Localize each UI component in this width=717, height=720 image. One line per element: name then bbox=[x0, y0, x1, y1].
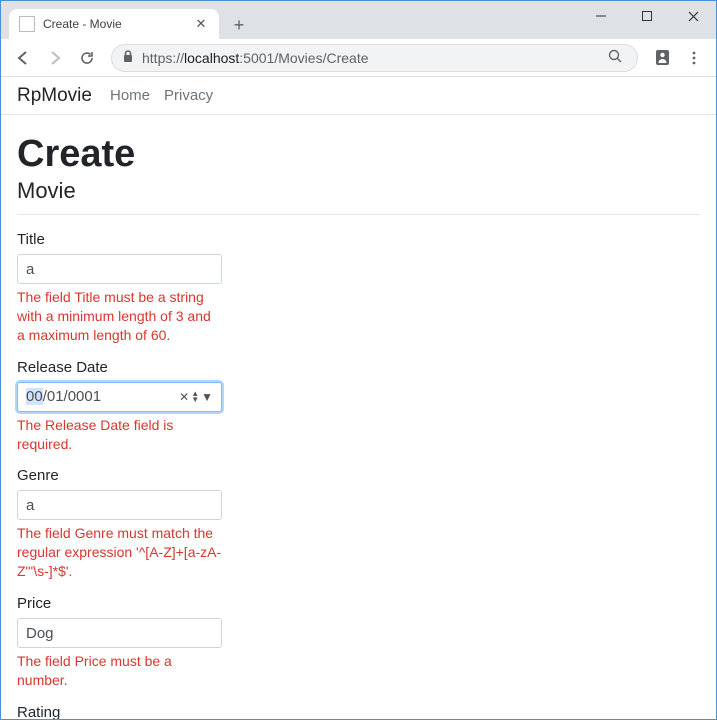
field-genre: Genre a The field Genre must match the r… bbox=[17, 467, 222, 581]
window-close-button[interactable] bbox=[670, 1, 716, 31]
account-icon bbox=[654, 49, 671, 66]
browser-toolbar: https://localhost:5001/Movies/Create bbox=[1, 39, 716, 77]
site-navbar: RpMovie Home Privacy bbox=[1, 77, 716, 115]
page-content: Create Movie Title a The field Title mus… bbox=[1, 115, 716, 719]
field-price: Price Dog The field Price must be a numb… bbox=[17, 595, 222, 690]
browser-tab[interactable]: Create - Movie ✕ bbox=[9, 9, 219, 39]
label-genre: Genre bbox=[17, 467, 222, 484]
nav-link-home[interactable]: Home bbox=[110, 87, 150, 104]
address-bar[interactable]: https://localhost:5001/Movies/Create bbox=[111, 44, 638, 72]
error-title: The field Title must be a string with a … bbox=[17, 288, 222, 345]
nav-forward-button[interactable] bbox=[41, 44, 69, 72]
close-icon bbox=[688, 11, 699, 22]
lock-icon bbox=[122, 50, 134, 66]
browser-window: Create - Movie ✕ + bbox=[0, 0, 717, 720]
input-genre[interactable]: a bbox=[17, 490, 222, 520]
input-title[interactable]: a bbox=[17, 254, 222, 284]
field-release-date: Release Date 00/01/0001 ✕ ▲▼ ▼ The Relea… bbox=[17, 359, 222, 454]
kebab-icon bbox=[687, 51, 701, 65]
reload-icon bbox=[79, 50, 95, 66]
maximize-icon bbox=[642, 11, 652, 21]
input-price[interactable]: Dog bbox=[17, 618, 222, 648]
label-title: Title bbox=[17, 231, 222, 248]
user-icon[interactable] bbox=[648, 44, 676, 72]
date-clear-icon[interactable]: ✕ bbox=[179, 390, 189, 404]
nav-link-privacy[interactable]: Privacy bbox=[164, 87, 213, 104]
brand-link[interactable]: RpMovie bbox=[17, 85, 92, 107]
field-title: Title a The field Title must be a string… bbox=[17, 231, 222, 345]
browser-menu-button[interactable] bbox=[680, 44, 708, 72]
window-maximize-button[interactable] bbox=[624, 1, 670, 31]
page-title: Create bbox=[17, 133, 700, 176]
tab-strip: Create - Movie ✕ + bbox=[1, 1, 716, 39]
error-release-date: The Release Date field is required. bbox=[17, 416, 222, 454]
date-value: 00/01/0001 bbox=[26, 388, 179, 405]
error-price: The field Price must be a number. bbox=[17, 652, 222, 690]
nav-back-button[interactable] bbox=[9, 44, 37, 72]
field-rating: Rating z The field Rating must match the… bbox=[17, 704, 222, 719]
address-text: https://localhost:5001/Movies/Create bbox=[142, 50, 604, 66]
divider bbox=[17, 214, 700, 215]
nav-reload-button[interactable] bbox=[73, 44, 101, 72]
page-viewport[interactable]: RpMovie Home Privacy Create Movie Title … bbox=[1, 77, 716, 719]
tab-close-icon[interactable]: ✕ bbox=[193, 16, 209, 32]
label-rating: Rating bbox=[17, 704, 222, 719]
input-release-date[interactable]: 00/01/0001 ✕ ▲▼ ▼ bbox=[17, 382, 222, 412]
window-controls bbox=[578, 1, 716, 31]
favicon-icon bbox=[19, 16, 35, 32]
date-controls: ✕ ▲▼ ▼ bbox=[179, 390, 213, 404]
date-dropdown-icon[interactable]: ▼ bbox=[201, 390, 213, 404]
new-tab-button[interactable]: + bbox=[225, 11, 253, 39]
label-release-date: Release Date bbox=[17, 359, 222, 376]
page-subtitle: Movie bbox=[17, 178, 700, 204]
label-price: Price bbox=[17, 595, 222, 612]
tab-title: Create - Movie bbox=[43, 17, 193, 31]
error-genre: The field Genre must match the regular e… bbox=[17, 524, 222, 581]
window-minimize-button[interactable] bbox=[578, 1, 624, 31]
arrow-left-icon bbox=[15, 50, 31, 66]
zoom-icon[interactable] bbox=[604, 49, 627, 67]
date-spinner-icon[interactable]: ▲▼ bbox=[191, 391, 199, 403]
minimize-icon bbox=[596, 11, 606, 21]
arrow-right-icon bbox=[47, 50, 63, 66]
